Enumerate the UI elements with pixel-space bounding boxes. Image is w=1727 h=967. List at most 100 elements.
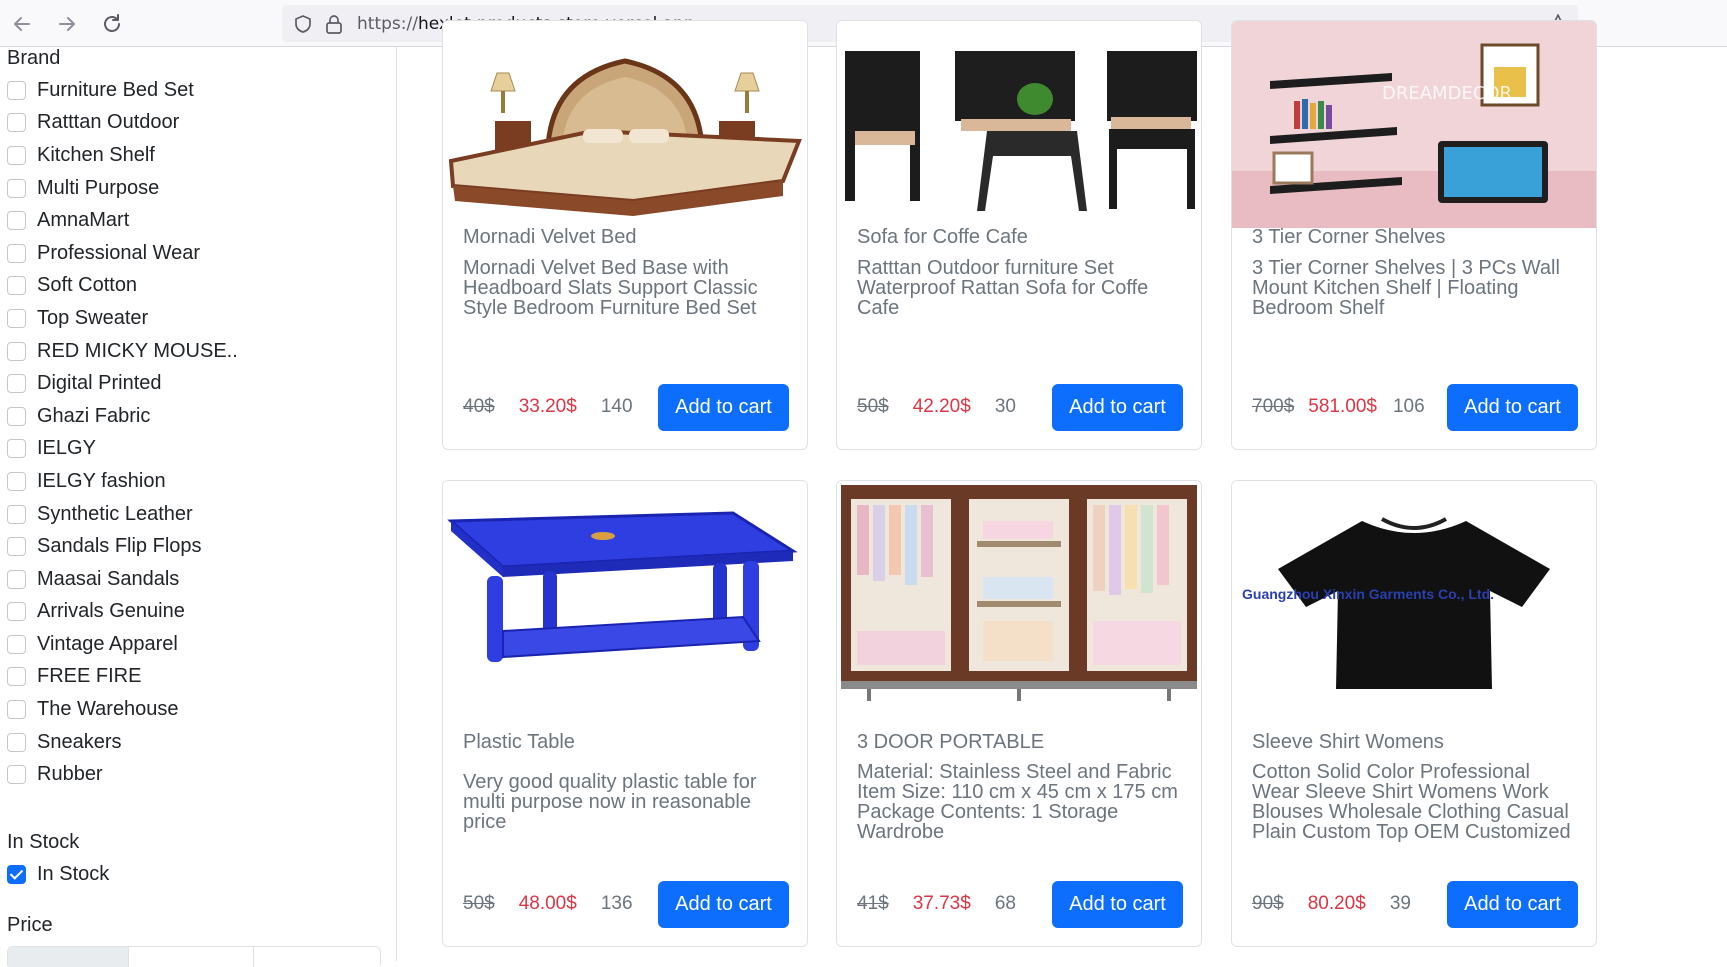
brand-checkbox-row[interactable]: Ratttan Outdoor [7, 107, 238, 140]
brand-checkbox[interactable] [7, 276, 26, 296]
brand-checkbox[interactable] [7, 569, 26, 589]
product-footer: 50$ 48.00$ 136 Add to cart [463, 880, 789, 928]
price-min-segment[interactable] [8, 947, 129, 967]
brand-label: Furniture Bed Set [37, 78, 194, 101]
brand-checkbox[interactable] [7, 178, 26, 198]
brand-label: Synthetic Leather [37, 502, 193, 525]
brand-checkbox[interactable] [7, 145, 26, 165]
product-description: Mornadi Velvet Bed Base with Headboard S… [463, 257, 758, 319]
wardrobe-image [837, 481, 1201, 703]
brand-checkbox-row[interactable]: Maasai Sandals [7, 563, 238, 596]
brand-checkbox[interactable] [7, 439, 26, 459]
sale-price: 37.73$ [912, 893, 971, 914]
brand-checkbox-row[interactable]: Arrivals Genuine [7, 596, 238, 629]
stock-count: 68 [994, 893, 1016, 914]
product-card: DREAMDECOR 3 Tier Corner Shelves 3 Tier … [1231, 20, 1597, 450]
stock-filter-title: In Stock [7, 831, 80, 853]
brand-checkbox[interactable] [7, 113, 26, 133]
brand-checkbox[interactable] [7, 308, 26, 328]
brand-checkbox-row[interactable]: IELGY [7, 433, 238, 466]
brand-checkbox[interactable] [7, 471, 26, 491]
filters-sidebar: Brand Furniture Bed Set Ratttan Outdoor Ki… [0, 47, 397, 967]
brand-checkbox[interactable] [7, 634, 26, 654]
rattan-sofa-image [837, 21, 1201, 231]
product-footer: 50$ 42.20$ 30 Add to cart [857, 383, 1183, 431]
brand-label: FREE FIRE [37, 665, 142, 688]
brand-label: IELGY [37, 437, 96, 460]
product-description: Very good quality plastic table for mult… [463, 771, 757, 833]
corner-shelves-image: DREAMDECOR [1232, 21, 1596, 228]
reload-icon[interactable] [98, 10, 126, 38]
brand-checkbox-row[interactable]: Ghazi Fabric [7, 400, 238, 433]
product-title: Mornadi Velvet Bed [463, 226, 637, 248]
in-stock-checkbox-row[interactable]: In Stock [7, 858, 109, 891]
product-description: 3 Tier Corner Shelves | 3 PCs Wall Mount… [1252, 257, 1560, 319]
brand-checkbox-row[interactable]: FREE FIRE [7, 661, 238, 694]
brand-checkbox-row[interactable]: IELGY fashion [7, 465, 238, 498]
brand-label: Maasai Sandals [37, 567, 180, 590]
stock-count: 140 [600, 396, 633, 417]
brand-checkbox-row[interactable]: Kitchen Shelf [7, 139, 238, 172]
old-price: 50$ [857, 396, 889, 417]
sale-price: 48.00$ [518, 893, 577, 914]
brand-checkbox[interactable] [7, 732, 26, 752]
add-to-cart-button[interactable]: Add to cart [658, 383, 789, 431]
brand-checkbox[interactable] [7, 537, 26, 557]
brand-checkbox[interactable] [7, 243, 26, 263]
brand-checkbox[interactable] [7, 700, 26, 720]
brand-label: Kitchen Shelf [37, 143, 155, 166]
brand-label: Vintage Apparel [37, 632, 178, 655]
sale-price: 33.20$ [518, 396, 577, 417]
brand-checkbox[interactable] [7, 504, 26, 524]
brand-checkbox-row[interactable]: Professional Wear [7, 237, 238, 270]
brand-checkbox-row[interactable]: AmnaMart [7, 204, 238, 237]
brand-checkbox-row[interactable]: Top Sweater [7, 302, 238, 335]
brand-checkbox-row[interactable]: Multi Purpose [7, 172, 238, 205]
brand-checkbox[interactable] [7, 341, 26, 361]
product-description: Material: Stainless Steel and Fabric Ite… [857, 761, 1178, 843]
price-max-segment[interactable] [129, 947, 254, 967]
brand-filter-title: Brand [7, 47, 61, 69]
add-to-cart-button[interactable]: Add to cart [1447, 383, 1578, 431]
brand-checkbox[interactable] [7, 406, 26, 426]
brand-label: Digital Printed [37, 372, 162, 395]
brand-checkbox-row[interactable]: Furniture Bed Set [7, 74, 238, 107]
shield-icon[interactable] [293, 14, 313, 34]
url-protocol: https:// [357, 14, 418, 34]
brand-checkbox-row[interactable]: Vintage Apparel [7, 628, 238, 661]
add-to-cart-button[interactable]: Add to cart [1447, 880, 1578, 928]
brand-checkbox[interactable] [7, 374, 26, 394]
brand-checkbox-row[interactable]: RED MICKY MOUSE.. [7, 335, 238, 368]
brand-checkbox-row[interactable]: Synthetic Leather [7, 498, 238, 531]
image-watermark: Guangzhou Xinxin Garments Co., Ltd. [1242, 586, 1494, 602]
forward-icon[interactable] [53, 10, 81, 38]
brand-checkbox[interactable] [7, 80, 26, 100]
in-stock-label: In Stock [37, 862, 110, 885]
brand-label: Professional Wear [37, 241, 201, 264]
brand-checkbox-row[interactable]: Sandals Flip Flops [7, 530, 238, 563]
in-stock-checkbox[interactable] [7, 864, 26, 884]
stock-count: 136 [600, 893, 633, 914]
price-range-inputs[interactable] [7, 946, 381, 967]
brand-checkbox[interactable] [7, 765, 26, 785]
brand-checkbox-row[interactable]: Digital Printed [7, 367, 238, 400]
product-title: Sleeve Shirt Womens [1252, 731, 1444, 753]
brand-checkbox[interactable] [7, 211, 26, 231]
product-card: 3 DOOR PORTABLE Material: Stainless Stee… [836, 480, 1202, 947]
add-to-cart-button[interactable]: Add to cart [658, 880, 789, 928]
lock-icon[interactable] [325, 14, 343, 34]
sale-price: 581.00$ [1308, 396, 1377, 417]
product-title: Sofa for Coffe Cafe [857, 226, 1028, 248]
add-to-cart-button[interactable]: Add to cart [1052, 880, 1183, 928]
product-footer: 40$ 33.20$ 140 Add to cart [463, 383, 789, 431]
brand-checkbox-row[interactable]: Soft Cotton [7, 270, 238, 303]
brand-checkbox[interactable] [7, 667, 26, 687]
brand-checkbox-row[interactable]: Sneakers [7, 726, 238, 759]
brand-checkbox-row[interactable]: The Warehouse [7, 693, 238, 726]
brand-checkbox[interactable] [7, 602, 26, 622]
back-icon[interactable] [8, 10, 36, 38]
sale-price: 42.20$ [912, 396, 971, 417]
product-footer: 700$ 581.00$ 106 Add to cart [1252, 383, 1578, 431]
add-to-cart-button[interactable]: Add to cart [1052, 383, 1183, 431]
brand-checkbox-row[interactable]: Rubber [7, 758, 238, 791]
